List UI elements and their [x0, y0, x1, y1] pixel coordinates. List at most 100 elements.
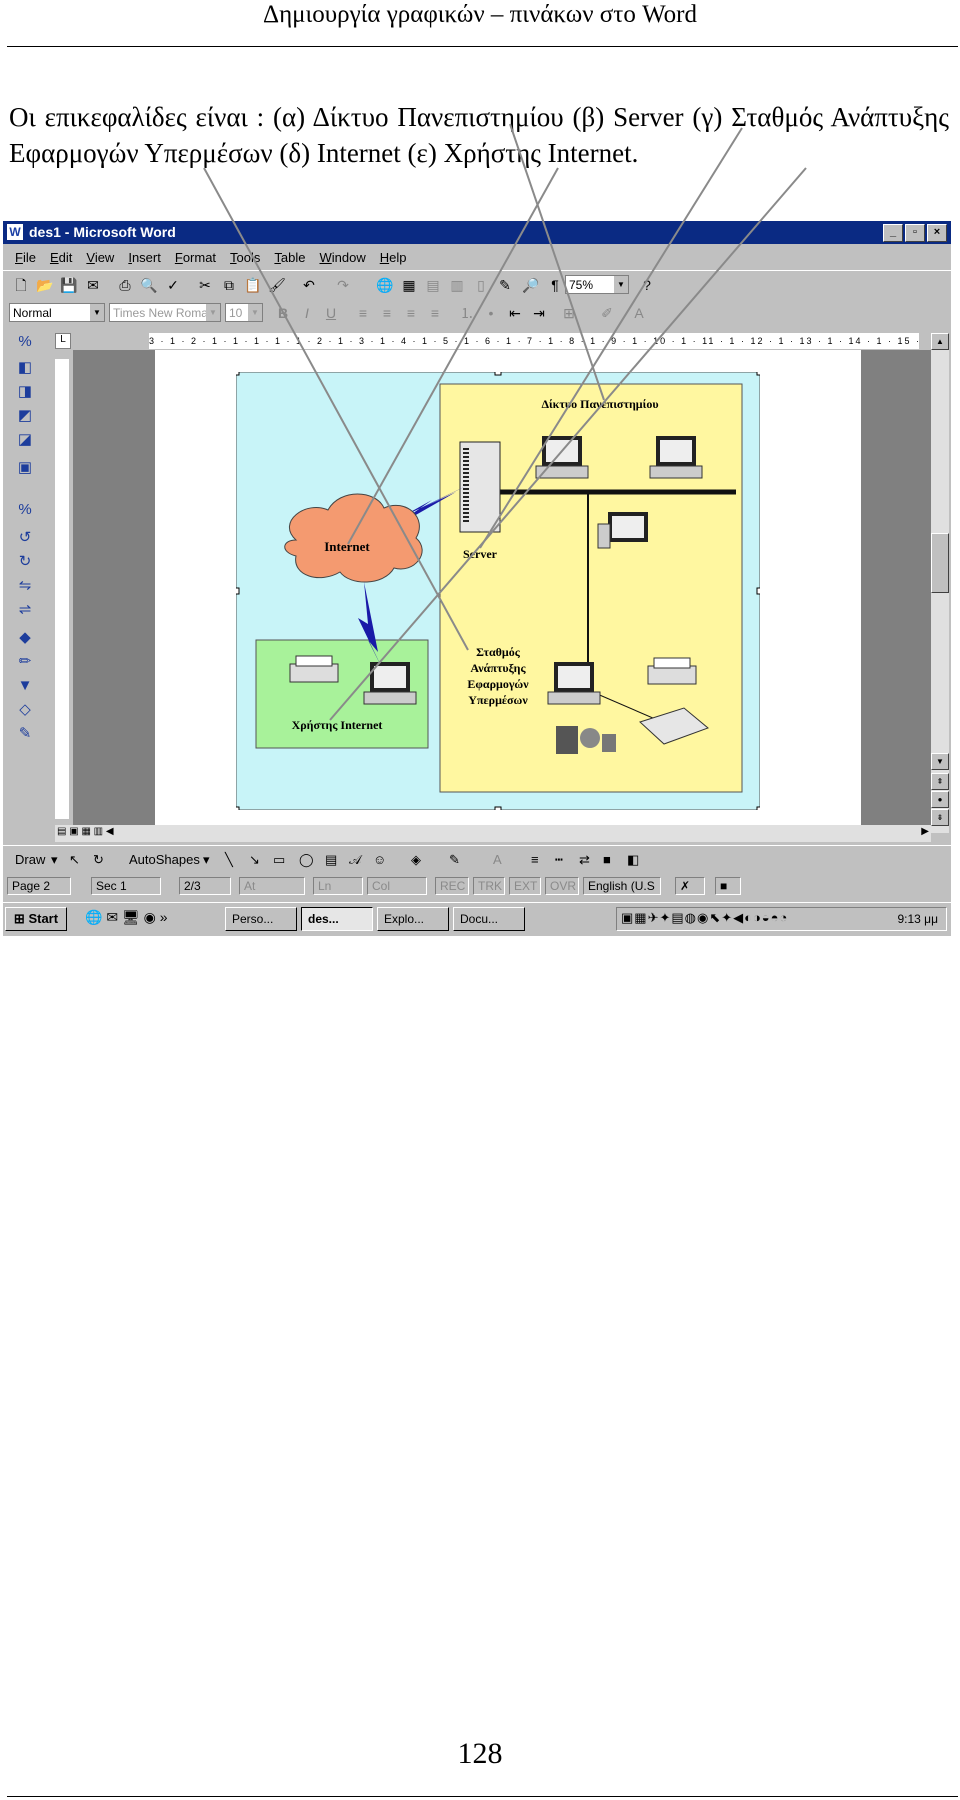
status-language[interactable]: English (U.S — [583, 877, 661, 895]
close-button[interactable]: × — [927, 224, 947, 242]
tables-borders-icon[interactable]: ▦ — [399, 275, 419, 295]
send-back-icon[interactable]: ◪ — [13, 429, 37, 451]
3d-icon[interactable]: ◧ — [627, 852, 639, 868]
send-backward-icon[interactable]: ◨ — [13, 381, 37, 403]
quick-launch-icons[interactable]: 🌐 ✉ 🖥 ◉ » — [85, 909, 168, 926]
shape-percent-icon[interactable]: % — [13, 499, 37, 521]
previous-page-icon[interactable]: ⇞ — [931, 773, 949, 790]
increase-indent-icon[interactable]: ⇥ — [529, 303, 549, 323]
zoom-select[interactable]: 75% ▼ — [565, 275, 629, 294]
align-left-icon[interactable]: ≡ — [353, 303, 373, 323]
new-icon[interactable]: 🗋 — [11, 275, 31, 295]
numbering-icon[interactable]: ⒈ — [457, 303, 477, 323]
status-trk[interactable]: TRK — [473, 877, 505, 895]
status-rec[interactable]: REC — [435, 877, 469, 895]
view-buttons[interactable]: ▤ ▣ ▦ ▥ ◀ — [57, 826, 114, 837]
align-center-icon[interactable]: ≡ — [377, 303, 397, 323]
group-icon[interactable]: ▣ — [13, 457, 37, 479]
font-select[interactable]: Times New Roman ▼ — [109, 303, 221, 322]
percent-icon[interactable]: % — [13, 331, 37, 353]
align-right-icon[interactable]: ≡ — [401, 303, 421, 323]
network-diagram[interactable] — [236, 372, 760, 810]
menu-edit[interactable]: Edit — [50, 250, 72, 265]
flip-vertical-icon[interactable]: ⇌ — [13, 599, 37, 621]
vertical-scrollbar[interactable]: ▲ ▼ ⇞ ● ⇟ — [931, 333, 949, 833]
copy-icon[interactable]: ⧉ — [219, 275, 239, 295]
status-ovr[interactable]: OVR — [545, 877, 579, 895]
line-color-icon[interactable]: ✎ — [449, 852, 460, 868]
menu-tools[interactable]: Tools — [230, 250, 260, 265]
columns-icon[interactable]: ▯ — [471, 275, 491, 295]
horizontal-scrollbar[interactable]: ▤ ▣ ▦ ▥ ◀ ▶ — [55, 825, 931, 842]
menu-view[interactable]: View — [86, 250, 114, 265]
size-select[interactable]: 10 ▼ — [225, 303, 263, 322]
insert-table-icon[interactable]: ▤ — [423, 275, 443, 295]
wordart-icon[interactable]: 𝒜 — [349, 852, 361, 868]
insert-excel-icon[interactable]: ▥ — [447, 275, 467, 295]
cut-icon[interactable]: ✂ — [195, 275, 215, 295]
highlight-icon[interactable]: ✐ — [597, 303, 617, 323]
edit-points-icon[interactable]: ✎ — [13, 723, 37, 745]
rotate-right-icon[interactable]: ↻ — [13, 551, 37, 573]
menu-window[interactable]: Window — [319, 250, 365, 265]
shadow-icon[interactable]: ◇ — [13, 699, 37, 721]
task-button-docu[interactable]: Docu... — [453, 907, 525, 931]
redo-icon[interactable]: ↷ — [333, 275, 353, 295]
rotate-left-icon[interactable]: ↺ — [13, 527, 37, 549]
task-button-explorer[interactable]: Explo... — [377, 907, 449, 931]
show-hide-icon[interactable]: ¶ — [545, 275, 565, 295]
borders-icon[interactable]: ⊞ — [559, 303, 579, 323]
start-button[interactable]: ⊞ Start — [5, 907, 67, 931]
select-browse-icon[interactable]: ● — [931, 791, 949, 808]
style-select[interactable]: Normal ▼ — [9, 303, 105, 322]
arrow-icon[interactable]: ↘ — [249, 852, 260, 868]
dash-style-icon[interactable]: ┅ — [555, 852, 563, 868]
rectangle-icon[interactable]: ▭ — [273, 852, 285, 868]
print-preview-icon[interactable]: 🔍 — [139, 275, 159, 295]
underline-icon[interactable]: U — [321, 303, 341, 323]
free-rotate-icon[interactable]: ↻ — [93, 852, 104, 868]
justify-icon[interactable]: ≡ — [425, 303, 445, 323]
menu-file[interactable]: File — [15, 250, 36, 265]
scroll-down-icon[interactable]: ▼ — [931, 753, 949, 770]
scroll-thumb[interactable] — [931, 533, 949, 593]
scroll-up-icon[interactable]: ▲ — [931, 333, 949, 350]
arrow-style-icon[interactable]: ⇄ — [579, 852, 590, 868]
spelling-status-icon[interactable]: ✗ — [675, 877, 705, 895]
macro-status-icon[interactable]: ■ — [715, 877, 741, 895]
paste-icon[interactable]: 📋 — [243, 275, 263, 295]
bold-icon[interactable]: B — [273, 303, 293, 323]
menu-format[interactable]: Format — [175, 250, 216, 265]
fill-color-icon[interactable]: ◆ — [13, 627, 37, 649]
bring-forward-icon[interactable]: ◧ — [13, 357, 37, 379]
clipart-icon[interactable]: ☺ — [373, 852, 386, 867]
triangle-icon[interactable]: ▼ — [13, 675, 37, 697]
spelling-icon[interactable]: ✓ — [163, 275, 183, 295]
bring-front-icon[interactable]: ◩ — [13, 405, 37, 427]
menu-help[interactable]: Help — [380, 250, 407, 265]
draw-menu[interactable]: Draw — [15, 852, 45, 867]
decrease-indent-icon[interactable]: ⇤ — [505, 303, 525, 323]
document-map-icon[interactable]: 🔎 — [521, 275, 541, 295]
tab-selector[interactable]: L — [55, 333, 71, 349]
open-icon[interactable]: 📂 — [35, 275, 55, 295]
hyperlink-icon[interactable]: 🌐 — [375, 275, 395, 295]
fill-color-icon[interactable]: ◈ — [411, 852, 421, 868]
format-painter-icon[interactable]: 🖌 — [267, 275, 287, 295]
save-icon[interactable]: 💾 — [59, 275, 79, 295]
text-box-icon[interactable]: ▤ — [325, 852, 337, 868]
next-page-icon[interactable]: ⇟ — [931, 809, 949, 826]
help-icon[interactable]: ? — [637, 275, 657, 295]
print-icon[interactable]: ⎙ — [115, 275, 135, 295]
scroll-right-icon[interactable]: ▶ — [921, 826, 929, 837]
task-button-perso[interactable]: Perso... — [225, 907, 297, 931]
drawing-icon[interactable]: ✎ — [495, 275, 515, 295]
maximize-button[interactable]: ▫ — [905, 224, 925, 242]
autoshapes-menu[interactable]: AutoShapes — [129, 852, 200, 867]
tray-icons[interactable]: ▣▦✈✦▤◍◉⬉✦◀◐◑◒◓◔ — [621, 910, 788, 926]
email-icon[interactable]: ✉ — [83, 275, 103, 295]
menu-insert[interactable]: Insert — [128, 250, 161, 265]
minimize-button[interactable]: _ — [883, 224, 903, 242]
bullets-icon[interactable]: • — [481, 303, 501, 323]
line-style-icon[interactable]: ≡ — [531, 852, 539, 867]
